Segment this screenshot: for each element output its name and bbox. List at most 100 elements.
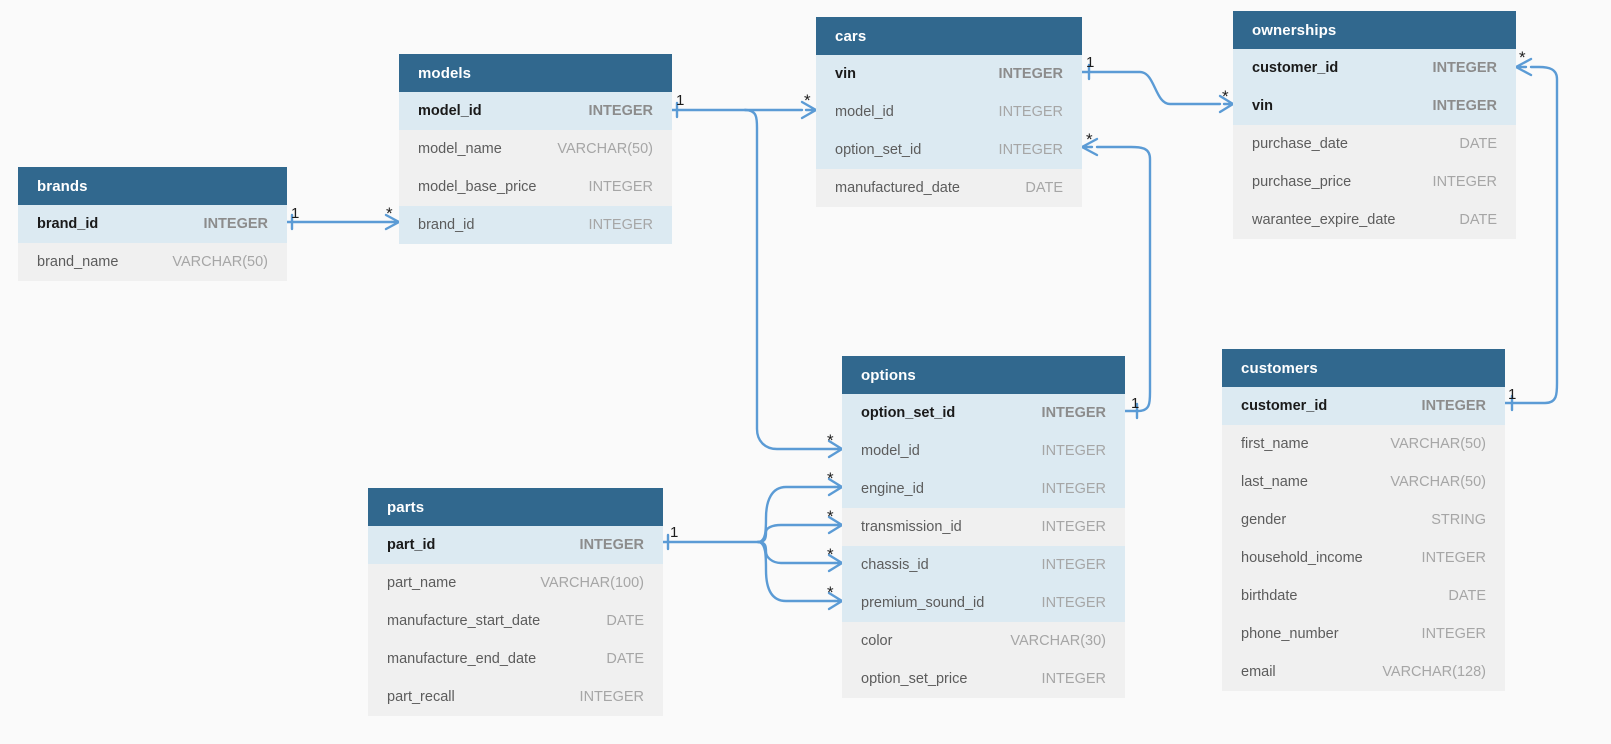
column-name: birthdate [1241, 588, 1298, 604]
column-name: model_name [418, 141, 502, 157]
table-row[interactable]: model_id INTEGER [399, 92, 672, 130]
column-name: vin [1252, 98, 1273, 114]
entity-table-customers[interactable]: customers customer_id INTEGER first_name VAR… [1222, 349, 1505, 691]
column-name: household_income [1241, 550, 1363, 566]
column-type: INTEGER [1421, 550, 1486, 566]
column-name: model_id [418, 103, 482, 119]
column-type: INTEGER [1041, 671, 1106, 687]
entity-table-title: options [842, 356, 1125, 394]
table-row[interactable]: email VARCHAR(128) [1222, 653, 1505, 691]
column-type: INTEGER [1041, 557, 1106, 573]
column-name: gender [1241, 512, 1287, 528]
table-row[interactable]: chassis_id INTEGER [842, 546, 1125, 584]
table-row[interactable]: option_set_id INTEGER [842, 394, 1125, 432]
entity-table-ownerships[interactable]: ownerships customer_id INTEGER vin INTEGER pu… [1233, 11, 1516, 239]
table-row[interactable]: vin INTEGER [816, 55, 1082, 93]
entity-table-title: brands [18, 167, 287, 205]
column-type: INTEGER [998, 142, 1063, 158]
table-row[interactable]: manufacture_start_date DATE [368, 602, 663, 640]
table-row[interactable]: engine_id INTEGER [842, 470, 1125, 508]
column-type: DATE [606, 651, 644, 667]
cardinality-label: 1 [1086, 54, 1095, 71]
column-type: INTEGER [579, 537, 644, 553]
table-row[interactable]: model_name VARCHAR(50) [399, 130, 672, 168]
column-type: INTEGER [588, 217, 653, 233]
table-row[interactable]: customer_id INTEGER [1233, 49, 1516, 87]
table-row[interactable]: gender STRING [1222, 501, 1505, 539]
column-name: purchase_date [1252, 136, 1348, 152]
table-row[interactable]: manufacture_end_date DATE [368, 640, 663, 678]
column-type: VARCHAR(30) [1010, 633, 1106, 649]
table-row[interactable]: brand_id INTEGER [18, 205, 287, 243]
cardinality-label: * [827, 583, 834, 602]
column-type: STRING [1431, 512, 1486, 528]
cardinality-label: * [1222, 87, 1229, 106]
column-name: chassis_id [861, 557, 929, 573]
column-type: INTEGER [998, 66, 1063, 82]
table-row[interactable]: option_set_price INTEGER [842, 660, 1125, 698]
entity-table-options[interactable]: options option_set_id INTEGER model_id INTEG… [842, 356, 1125, 698]
column-name: vin [835, 66, 856, 82]
column-name: manufacture_end_date [387, 651, 537, 667]
table-row[interactable]: part_id INTEGER [368, 526, 663, 564]
column-type: DATE [1025, 180, 1063, 196]
table-row[interactable]: customer_id INTEGER [1222, 387, 1505, 425]
column-name: part_name [387, 575, 457, 591]
entity-table-cars[interactable]: cars vin INTEGER model_id INTEGER option_set_… [816, 17, 1082, 207]
table-row[interactable]: first_name VARCHAR(50) [1222, 425, 1505, 463]
table-row[interactable]: warantee_expire_date DATE [1233, 201, 1516, 239]
table-row[interactable]: model_id INTEGER [842, 432, 1125, 470]
column-name: transmission_id [861, 519, 962, 535]
column-type: INTEGER [588, 103, 653, 119]
column-name: brand_name [37, 254, 119, 270]
table-row[interactable]: purchase_price INTEGER [1233, 163, 1516, 201]
cardinality-label: * [386, 204, 393, 223]
column-name: model_base_price [418, 179, 537, 195]
entity-table-models[interactable]: models model_id INTEGER model_name VARCHAR(5… [399, 54, 672, 244]
table-row[interactable]: brand_id INTEGER [399, 206, 672, 244]
cardinality-label: * [827, 545, 834, 564]
column-name: customer_id [1241, 398, 1328, 414]
table-row[interactable]: purchase_date DATE [1233, 125, 1516, 163]
cardinality-label: * [827, 469, 834, 488]
column-type: DATE [1459, 136, 1497, 152]
column-type: INTEGER [1041, 443, 1106, 459]
cardinality-label: 1 [1131, 395, 1140, 412]
table-row[interactable]: part_recall INTEGER [368, 678, 663, 716]
column-name: manufacture_start_date [387, 613, 541, 629]
cardinality-label: * [827, 431, 834, 450]
table-row[interactable]: vin INTEGER [1233, 87, 1516, 125]
table-row[interactable]: brand_name VARCHAR(50) [18, 243, 287, 281]
table-row[interactable]: model_id INTEGER [816, 93, 1082, 131]
table-row[interactable]: last_name VARCHAR(50) [1222, 463, 1505, 501]
column-name: brand_id [418, 217, 475, 233]
column-type: VARCHAR(50) [1390, 436, 1486, 452]
column-name: premium_sound_id [861, 595, 985, 611]
column-type: INTEGER [998, 104, 1063, 120]
table-row[interactable]: phone_number INTEGER [1222, 615, 1505, 653]
table-row[interactable]: part_name VARCHAR(100) [368, 564, 663, 602]
entity-table-parts[interactable]: parts part_id INTEGER part_name VARCHAR(100)… [368, 488, 663, 716]
cardinality-label: * [1086, 130, 1093, 149]
cardinality-label: 1 [1508, 386, 1517, 403]
column-name: first_name [1241, 436, 1309, 452]
table-row[interactable]: household_income INTEGER [1222, 539, 1505, 577]
column-type: INTEGER [1041, 481, 1106, 497]
column-type: VARCHAR(50) [172, 254, 268, 270]
entity-table-brands[interactable]: brands brand_id INTEGER brand_name VARCHAR(5… [18, 167, 287, 281]
table-row[interactable]: birthdate DATE [1222, 577, 1505, 615]
column-name: option_set_id [861, 405, 956, 421]
column-name: customer_id [1252, 60, 1339, 76]
column-name: color [861, 633, 893, 649]
column-type: VARCHAR(128) [1382, 664, 1486, 680]
table-row[interactable]: manufactured_date DATE [816, 169, 1082, 207]
table-row[interactable]: option_set_id INTEGER [816, 131, 1082, 169]
entity-table-title: ownerships [1233, 11, 1516, 49]
table-row[interactable]: transmission_id INTEGER [842, 508, 1125, 546]
column-name: part_recall [387, 689, 455, 705]
table-row[interactable]: model_base_price INTEGER [399, 168, 672, 206]
table-row[interactable]: color VARCHAR(30) [842, 622, 1125, 660]
edge-cars-ownerships [1080, 63, 1235, 114]
entity-table-title: parts [368, 488, 663, 526]
table-row[interactable]: premium_sound_id INTEGER [842, 584, 1125, 622]
